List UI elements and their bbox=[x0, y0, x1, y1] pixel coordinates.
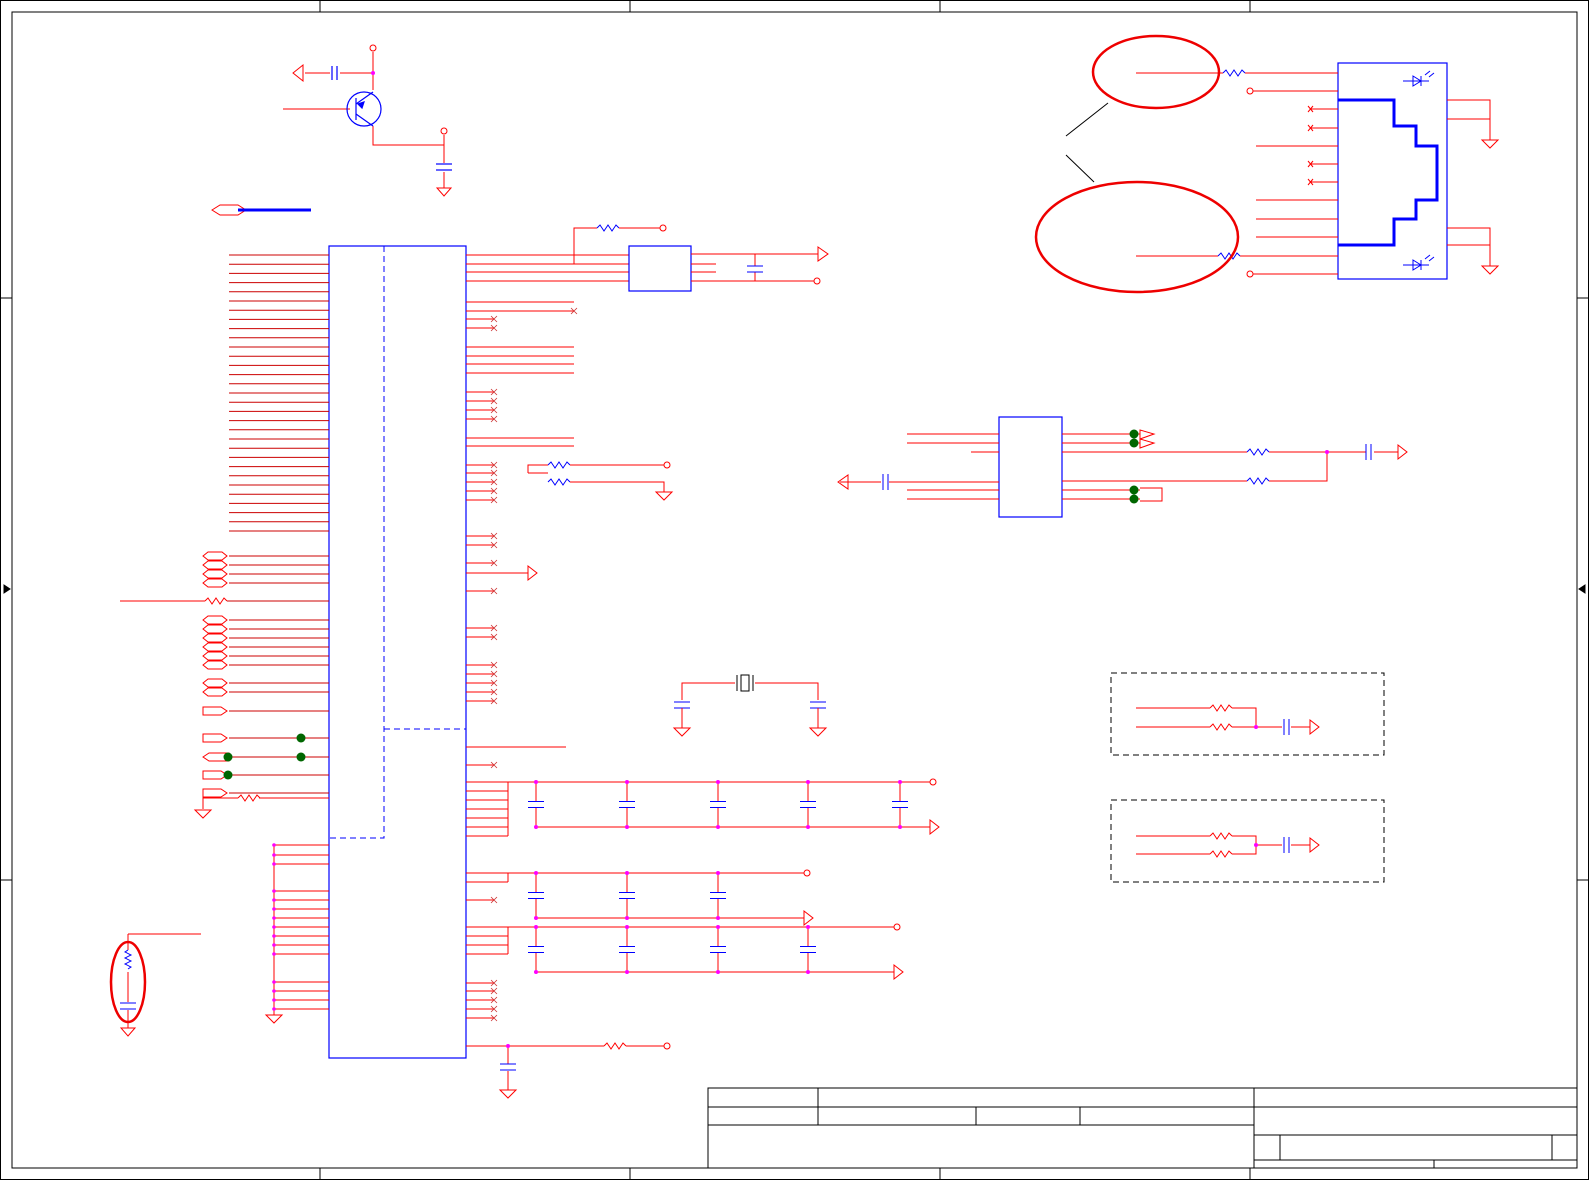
option-box-1 bbox=[1110, 672, 1385, 756]
decoupling-caps bbox=[507, 778, 940, 981]
offpage-connector bbox=[202, 615, 228, 625]
transistor-symbol bbox=[331, 66, 452, 171]
junction-dot bbox=[716, 871, 720, 875]
junction-dot bbox=[272, 1007, 276, 1011]
offpage-connector bbox=[202, 569, 228, 579]
junction-dot bbox=[625, 780, 629, 784]
junction-dot bbox=[806, 825, 810, 829]
junction-dot bbox=[534, 916, 538, 920]
rj45-ground bbox=[1447, 99, 1500, 275]
junction-dot bbox=[272, 889, 276, 893]
annotation-leaders bbox=[1065, 102, 1109, 183]
no-connect-marks bbox=[490, 307, 578, 1022]
junction-dot bbox=[625, 871, 629, 875]
junction-dot bbox=[716, 925, 720, 929]
junction-dot bbox=[272, 907, 276, 911]
junction-dot bbox=[272, 916, 276, 920]
supply-port bbox=[929, 778, 937, 786]
offpage-connector bbox=[202, 687, 228, 697]
junction-dot bbox=[898, 825, 902, 829]
junction-dot bbox=[272, 862, 276, 866]
junction-dot bbox=[716, 970, 720, 974]
ground-port bbox=[929, 818, 940, 836]
junction-dot bbox=[272, 853, 276, 857]
junction-dot bbox=[716, 780, 720, 784]
rj45-pins bbox=[1253, 90, 1338, 275]
offpage-connector bbox=[202, 560, 228, 570]
rc-filter-left bbox=[109, 933, 201, 1037]
junction-dot bbox=[625, 925, 629, 929]
bus-connector bbox=[211, 204, 311, 216]
junction-dot bbox=[272, 989, 276, 993]
offpage-connector bbox=[202, 706, 228, 716]
offpage-connector bbox=[202, 660, 228, 670]
ground-port bbox=[893, 963, 904, 981]
supply-port bbox=[893, 923, 901, 931]
junction-dot bbox=[534, 825, 538, 829]
junction-dot bbox=[806, 970, 810, 974]
transistor-circuit bbox=[283, 44, 453, 197]
small-ic bbox=[628, 245, 692, 292]
annotation-rings bbox=[1034, 34, 1240, 294]
junction-dot bbox=[716, 825, 720, 829]
junction-dot bbox=[272, 943, 276, 947]
junction-dot bbox=[272, 934, 276, 938]
offpage-connector bbox=[202, 633, 228, 643]
schematic-sheet bbox=[0, 0, 1589, 1180]
junction-dot bbox=[534, 871, 538, 875]
offpage-connector bbox=[202, 624, 228, 634]
ground-port bbox=[803, 909, 814, 927]
ic-right-pins bbox=[466, 254, 629, 1019]
junction-dot bbox=[716, 916, 720, 920]
gnd-arrow-mid bbox=[466, 564, 538, 582]
schematic-canvas bbox=[0, 0, 1589, 1180]
sheet-border bbox=[0, 0, 1589, 1180]
transceiver-caps bbox=[882, 444, 1372, 490]
ic-left-pins bbox=[229, 254, 329, 794]
junction-dot bbox=[534, 925, 538, 929]
junction-dot bbox=[625, 825, 629, 829]
crystal-circuit bbox=[672, 674, 828, 737]
offpage-connector bbox=[202, 788, 228, 798]
junction-dot bbox=[806, 780, 810, 784]
main-ic bbox=[328, 245, 467, 1059]
offpage-connector bbox=[202, 578, 228, 588]
offpage-connector bbox=[202, 770, 228, 780]
junction-dot bbox=[272, 980, 276, 984]
junction-dot bbox=[898, 780, 902, 784]
offpage-connector bbox=[202, 642, 228, 652]
title-block bbox=[707, 1087, 1578, 1169]
supply-port bbox=[803, 869, 811, 877]
rj45-jack bbox=[1337, 62, 1448, 280]
transceiver-testpoints bbox=[1129, 429, 1139, 504]
junction-dot bbox=[272, 998, 276, 1002]
offpage-connector bbox=[202, 733, 228, 743]
option-box-2 bbox=[1110, 799, 1385, 883]
transceiver-wiring bbox=[837, 429, 1408, 502]
offpage-connector bbox=[202, 678, 228, 688]
junction-dot bbox=[625, 970, 629, 974]
ground-symbol bbox=[264, 1014, 284, 1024]
junction-dot bbox=[806, 925, 810, 929]
small-ic-cap bbox=[747, 265, 763, 273]
bottom-rc bbox=[466, 1042, 671, 1099]
junction-dot bbox=[272, 925, 276, 929]
junction-dot bbox=[534, 780, 538, 784]
junction-dot bbox=[625, 916, 629, 920]
junction-dot bbox=[272, 952, 276, 956]
offpage-connector bbox=[202, 651, 228, 661]
ground-bus bbox=[264, 843, 329, 1024]
junction-dot bbox=[534, 970, 538, 974]
transceiver-ic bbox=[998, 416, 1063, 518]
offpage-connector bbox=[202, 551, 228, 561]
junction-dot bbox=[272, 898, 276, 902]
junction-dot bbox=[272, 843, 276, 847]
resistor-pair bbox=[527, 461, 674, 501]
